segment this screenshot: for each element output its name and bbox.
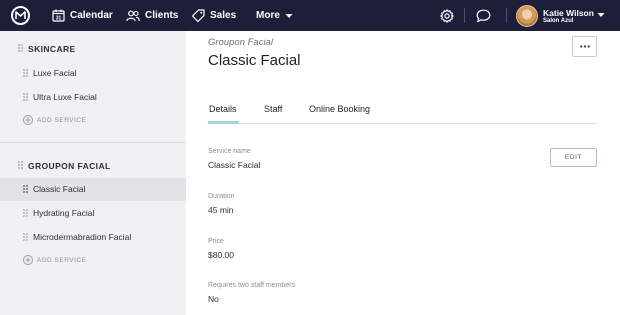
category-divider xyxy=(0,142,186,143)
category-name: GROUPON FACIAL xyxy=(28,161,111,171)
tab-details[interactable]: Details xyxy=(209,104,237,114)
user-salon: Salon Azul xyxy=(543,18,574,24)
service-item[interactable]: Ultra Luxe Facial xyxy=(0,86,186,109)
field-label-service-name: Service name xyxy=(208,148,251,155)
services-sidebar: SKINCARE Luxe Facial Ultra Luxe Facial A… xyxy=(0,31,186,315)
drag-handle-icon[interactable] xyxy=(23,185,28,195)
drag-handle-icon[interactable] xyxy=(18,161,23,171)
tab-online-booking[interactable]: Online Booking xyxy=(309,104,370,114)
service-label: Microdermabradion Facial xyxy=(33,232,132,242)
calendar-icon: 31 xyxy=(52,9,65,22)
service-label: Luxe Facial xyxy=(33,68,77,78)
add-service-label: ADD SERVICE xyxy=(37,116,87,124)
nav-calendar-label: Calendar xyxy=(70,10,113,21)
top-navigation-bar: 31 Calendar Clients Sales More Katie Wil… xyxy=(0,0,620,31)
page-title: Classic Facial xyxy=(208,52,301,69)
chevron-down-icon xyxy=(285,13,293,19)
service-item[interactable]: Hydrating Facial xyxy=(0,202,186,225)
brand-logo-icon[interactable] xyxy=(11,6,30,25)
field-value-two-staff: No xyxy=(208,294,219,304)
add-service-label: ADD SERVICE xyxy=(37,256,87,264)
more-horizontal-icon xyxy=(579,45,590,48)
category-header-skincare[interactable]: SKINCARE xyxy=(0,40,186,58)
more-options-button[interactable] xyxy=(572,36,597,57)
service-item[interactable]: Luxe Facial xyxy=(0,62,186,85)
user-name: Katie Wilson xyxy=(543,8,594,18)
nav-sales[interactable]: Sales xyxy=(192,0,236,31)
service-detail-panel: Groupon Facial Classic Facial Details St… xyxy=(186,31,620,315)
drag-handle-icon[interactable] xyxy=(23,233,28,243)
field-label-two-staff: Requires two staff members xyxy=(208,282,296,289)
drag-handle-icon[interactable] xyxy=(23,209,28,219)
chevron-down-icon xyxy=(597,12,605,18)
drag-handle-icon[interactable] xyxy=(23,69,28,79)
active-tab-indicator xyxy=(208,121,239,124)
plus-icon xyxy=(23,255,33,265)
nav-calendar[interactable]: 31 Calendar xyxy=(52,0,113,31)
service-label: Ultra Luxe Facial xyxy=(33,92,97,102)
service-label: Classic Facial xyxy=(33,184,86,194)
drag-handle-icon[interactable] xyxy=(18,44,23,54)
edit-button[interactable]: EDIT xyxy=(550,148,597,167)
field-value-service-name: Classic Facial xyxy=(208,160,261,170)
add-service-button[interactable]: ADD SERVICE xyxy=(23,254,86,266)
nav-sales-label: Sales xyxy=(210,10,237,21)
calendar-icon-date: 31 xyxy=(56,16,62,22)
clients-icon xyxy=(126,10,140,22)
plus-icon xyxy=(23,115,33,125)
field-label-price: Price xyxy=(208,238,224,245)
nav-clients[interactable]: Clients xyxy=(126,0,178,31)
tag-icon xyxy=(192,9,205,22)
field-value-duration: 45 min xyxy=(208,205,234,215)
drag-handle-icon[interactable] xyxy=(23,93,28,103)
service-item[interactable]: Microdermabradion Facial xyxy=(0,226,186,249)
field-value-price: $80.00 xyxy=(208,250,234,260)
field-label-duration: Duration xyxy=(208,193,235,200)
service-label: Hydrating Facial xyxy=(33,208,95,218)
nav-clients-label: Clients xyxy=(145,10,179,21)
detail-tabs: Details Staff Online Booking xyxy=(208,104,597,124)
nav-more-label: More xyxy=(256,10,280,21)
add-service-button[interactable]: ADD SERVICE xyxy=(23,114,86,126)
nav-more[interactable]: More xyxy=(256,0,293,31)
chat-icon[interactable] xyxy=(476,0,491,31)
gear-icon[interactable] xyxy=(440,0,454,31)
nav-divider xyxy=(506,8,507,23)
category-name: SKINCARE xyxy=(28,44,76,54)
avatar[interactable] xyxy=(516,5,538,27)
category-header-groupon-facial[interactable]: GROUPON FACIAL xyxy=(0,157,186,175)
service-item-selected[interactable]: Classic Facial xyxy=(0,178,186,201)
service-category-subtitle: Groupon Facial xyxy=(208,37,273,48)
tab-staff[interactable]: Staff xyxy=(264,104,282,114)
nav-divider xyxy=(464,8,465,23)
